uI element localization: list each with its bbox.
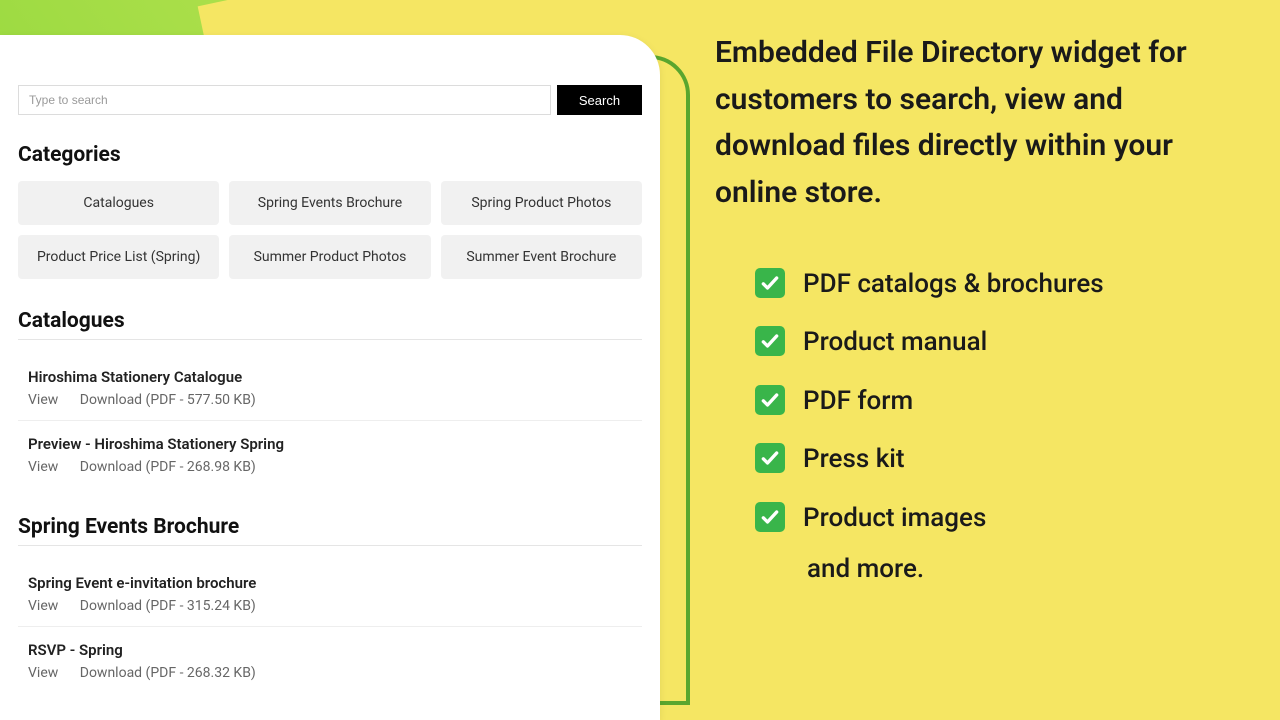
view-link[interactable]: View: [28, 665, 58, 681]
file-item: Hiroshima Stationery Catalogue View Down…: [18, 354, 642, 421]
categories-grid: Catalogues Spring Events Brochure Spring…: [18, 181, 642, 279]
promo-more-text: and more.: [715, 554, 1235, 584]
check-icon: [755, 385, 785, 415]
download-link[interactable]: Download (PDF - 268.32 KB): [80, 665, 256, 681]
category-chip[interactable]: Catalogues: [18, 181, 219, 225]
file-title: Preview - Hiroshima Stationery Spring: [28, 435, 642, 453]
check-icon: [755, 268, 785, 298]
promo-bullet-text: Product manual: [803, 327, 987, 357]
file-title: Hiroshima Stationery Catalogue: [28, 368, 642, 386]
category-chip[interactable]: Product Price List (Spring): [18, 235, 219, 279]
file-item: RSVP - Spring View Download (PDF - 268.3…: [18, 627, 642, 693]
file-actions: View Download (PDF - 268.32 KB): [28, 665, 642, 681]
promo-bullet-list: PDF catalogs & brochures Product manual …: [715, 266, 1235, 536]
view-link[interactable]: View: [28, 598, 58, 614]
promo-bullet-text: PDF catalogs & brochures: [803, 269, 1104, 299]
download-link[interactable]: Download (PDF - 268.98 KB): [80, 459, 256, 475]
search-row: Search: [18, 85, 642, 115]
download-link[interactable]: Download (PDF - 577.50 KB): [80, 392, 256, 408]
file-actions: View Download (PDF - 315.24 KB): [28, 598, 642, 614]
file-section-spring-events: Spring Events Brochure Spring Event e-in…: [18, 515, 642, 693]
categories-heading: Categories: [18, 143, 642, 167]
category-chip[interactable]: Summer Product Photos: [229, 235, 430, 279]
category-chip[interactable]: Spring Events Brochure: [229, 181, 430, 225]
file-section-heading: Catalogues: [18, 309, 642, 340]
file-item: Spring Event e-invitation brochure View …: [18, 560, 642, 627]
check-icon: [755, 326, 785, 356]
promo-headline: Embedded File Directory widget for custo…: [715, 30, 1235, 216]
promo-bullet: Product images: [755, 500, 1235, 536]
promo-bullet: Product manual: [755, 324, 1235, 360]
promo-bullet: Press kit: [755, 441, 1235, 477]
promo-bullet: PDF catalogs & brochures: [755, 266, 1235, 302]
file-section-catalogues: Catalogues Hiroshima Stationery Catalogu…: [18, 309, 642, 487]
category-chip[interactable]: Summer Event Brochure: [441, 235, 642, 279]
check-icon: [755, 443, 785, 473]
check-icon: [755, 502, 785, 532]
file-title: RSVP - Spring: [28, 641, 642, 659]
promo-bullet-text: Product images: [803, 503, 986, 533]
file-title: Spring Event e-invitation brochure: [28, 574, 642, 592]
download-link[interactable]: Download (PDF - 315.24 KB): [80, 598, 256, 614]
promo-panel: Embedded File Directory widget for custo…: [715, 30, 1235, 584]
search-input[interactable]: [18, 85, 551, 115]
category-chip[interactable]: Spring Product Photos: [441, 181, 642, 225]
promo-bullet-text: PDF form: [803, 386, 913, 416]
file-directory-widget: Search Categories Catalogues Spring Even…: [0, 35, 660, 720]
file-section-heading: Spring Events Brochure: [18, 515, 642, 546]
view-link[interactable]: View: [28, 459, 58, 475]
file-actions: View Download (PDF - 577.50 KB): [28, 392, 642, 408]
promo-bullet: PDF form: [755, 383, 1235, 419]
search-button[interactable]: Search: [557, 85, 642, 115]
file-item: Preview - Hiroshima Stationery Spring Vi…: [18, 421, 642, 487]
view-link[interactable]: View: [28, 392, 58, 408]
file-actions: View Download (PDF - 268.98 KB): [28, 459, 642, 475]
promo-bullet-text: Press kit: [803, 444, 905, 474]
